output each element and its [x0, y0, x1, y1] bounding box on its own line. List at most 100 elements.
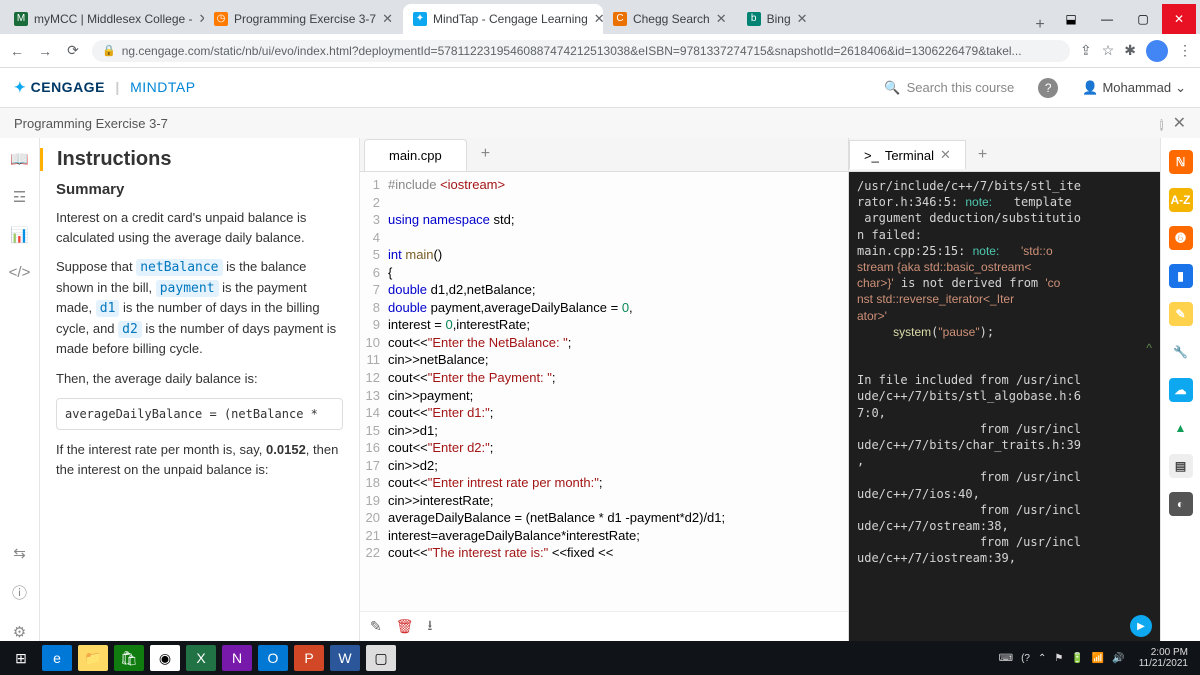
flag-icon[interactable]: ⚑ — [1054, 653, 1063, 664]
tray-up-icon[interactable]: ⌃ — [1038, 653, 1046, 664]
brand-primary: CENGAGE — [31, 79, 105, 95]
terminal-output[interactable]: /usr/include/c++/7/bits/stl_ite rator.h:… — [849, 172, 1160, 611]
browser-tab[interactable]: bBing✕ — [737, 4, 818, 34]
start-button[interactable]: ⊞ — [6, 645, 36, 671]
info-icon[interactable]: i — [1160, 119, 1162, 131]
instructions-title: Instructions — [40, 148, 343, 171]
forward-button[interactable]: → — [36, 43, 54, 59]
close-tab-icon[interactable]: ✕ — [594, 11, 603, 27]
reload-button[interactable]: ⟳ — [64, 42, 82, 59]
close-tab-icon[interactable]: ✕ — [382, 11, 393, 27]
book-icon[interactable]: 📖 — [10, 150, 29, 168]
code-icon[interactable]: </> — [9, 264, 31, 281]
menu-icon[interactable]: ⋮ — [1178, 42, 1192, 59]
onenote-icon[interactable]: N — [222, 645, 252, 671]
summary-heading: Summary — [56, 181, 343, 198]
lock-icon: 🔒 — [102, 44, 116, 57]
favicon: C — [613, 12, 627, 26]
wifi-icon[interactable]: 📶 — [1092, 653, 1104, 664]
bookmark-icon[interactable]: ☆ — [1102, 42, 1115, 59]
favicon: M — [14, 12, 28, 26]
chrome-icon[interactable]: ◉ — [150, 645, 180, 671]
clock-date: 11/21/2021 — [1139, 658, 1188, 669]
close-assignment-button[interactable]: i✕ — [1160, 113, 1186, 133]
app-drawer-item[interactable]: ☁ — [1169, 378, 1193, 402]
back-button[interactable]: ← — [8, 43, 26, 59]
terminal-controls: ▶ — [849, 611, 1160, 641]
app-drawer-item[interactable]: 🔧 — [1169, 340, 1193, 364]
outlook-icon[interactable]: O — [258, 645, 288, 671]
instructions-p3: Then, the average daily balance is: — [56, 369, 343, 389]
close-window-button[interactable]: ✕ — [1162, 4, 1196, 34]
hint-icon[interactable]: ⓘ — [12, 582, 27, 603]
close-terminal-tab[interactable]: ✕ — [940, 147, 951, 163]
new-tab-button[interactable]: + — [1026, 16, 1054, 34]
editor-footer: ✎ 🗑 ⭳ — [360, 611, 848, 641]
favicon: ✦ — [413, 12, 427, 26]
powerpoint-icon[interactable]: P — [294, 645, 324, 671]
profile-avatar[interactable] — [1146, 40, 1168, 62]
close-tab-icon[interactable]: ✕ — [716, 11, 727, 27]
terminal-new-tab[interactable]: + — [966, 140, 999, 170]
file-explorer-icon[interactable]: 📁 — [78, 645, 108, 671]
left-activity-bar: 📖 ☲ 📊 </> ⇆ ⓘ ⚙ — [0, 138, 40, 641]
main-area: 📖 ☲ 📊 </> ⇆ ⓘ ⚙ Instructions Summary Int… — [0, 138, 1200, 641]
chart-icon[interactable]: 📊 — [10, 226, 29, 244]
code-editor[interactable]: 1#include <iostream>23using namespace st… — [360, 172, 848, 611]
extensions-icon[interactable]: ✱ — [1124, 42, 1136, 59]
search-course[interactable]: 🔍 Search this course — [884, 80, 1014, 96]
app-drawer-item[interactable]: ▮ — [1169, 264, 1193, 288]
download-icon[interactable]: ⭳ — [428, 615, 433, 639]
browser-tab[interactable]: ✦MindTap - Cengage Learning✕ — [403, 4, 603, 34]
terminal-icon: >_ — [864, 148, 879, 163]
battery-icon[interactable]: 🔋 — [1071, 653, 1083, 664]
editor-tab-main[interactable]: main.cpp — [364, 139, 467, 171]
browser-tab[interactable]: CChegg Search✕ — [603, 4, 737, 34]
address-bar: ← → ⟳ 🔒 ng.cengage.com/static/nb/ui/evo/… — [0, 34, 1200, 68]
tray-help-icon[interactable]: (? — [1021, 653, 1030, 664]
settings-icon[interactable]: ⚙ — [13, 623, 26, 641]
browser-tab[interactable]: MmyMCC | Middlesex College - ✕ — [4, 4, 204, 34]
minimize-button[interactable]: — — [1090, 4, 1124, 34]
app-icon[interactable]: ▢ — [366, 645, 396, 671]
close-tab-icon[interactable]: ✕ — [797, 11, 808, 27]
share-icon[interactable]: ⇪ — [1080, 42, 1092, 59]
editor-new-tab[interactable]: + — [467, 138, 504, 171]
clock-time: 2:00 PM — [1139, 647, 1188, 658]
url-input[interactable]: 🔒 ng.cengage.com/static/nb/ui/evo/index.… — [92, 40, 1070, 62]
instructions-panel: Instructions Summary Interest on a credi… — [40, 138, 360, 641]
keyboard-icon[interactable]: ⌨ — [999, 653, 1013, 664]
run-button[interactable]: ▶ — [1130, 615, 1152, 637]
edit-icon[interactable]: ✎ — [370, 618, 382, 635]
app-drawer-item[interactable]: A-Z — [1169, 188, 1193, 212]
store-icon[interactable]: 🛍 — [114, 645, 144, 671]
app-drawer-item[interactable]: ▤ — [1169, 454, 1193, 478]
instructions-p2: Suppose that netBalance is the balance s… — [56, 257, 343, 359]
app-drawer-item[interactable]: ◐ — [1169, 492, 1193, 516]
url-text: ng.cengage.com/static/nb/ui/evo/index.ht… — [122, 44, 1022, 58]
app-drawer-item[interactable]: ▲ — [1169, 416, 1193, 440]
search-icon: 🔍 — [884, 80, 900, 96]
restore-down-icon[interactable]: ⬓ — [1054, 4, 1088, 34]
delete-icon[interactable]: 🗑 — [396, 618, 414, 635]
maximize-button[interactable]: ▢ — [1126, 4, 1160, 34]
right-app-bar: ℕ A-Z ➏ ▮ ✎ 🔧 ☁ ▲ ▤ ◐ — [1160, 138, 1200, 641]
share-icon[interactable]: ⇆ — [13, 544, 26, 562]
browser-tab[interactable]: ◷Programming Exercise 3-7✕ — [204, 4, 403, 34]
editor-area: main.cpp + 1#include <iostream>23using n… — [360, 138, 848, 641]
user-menu[interactable]: 👤 Mohammad ⌄ — [1082, 80, 1186, 96]
app-drawer-item[interactable]: ➏ — [1169, 226, 1193, 250]
terminal-tabs: >_ Terminal ✕ + — [849, 138, 1160, 172]
steps-icon[interactable]: ☲ — [13, 188, 26, 206]
chevron-down-icon: ⌄ — [1175, 80, 1186, 96]
terminal-tab[interactable]: >_ Terminal ✕ — [849, 140, 966, 169]
app-drawer-item[interactable]: ℕ — [1169, 150, 1193, 174]
edge-icon[interactable]: e — [42, 645, 72, 671]
volume-icon[interactable]: 🔊 — [1112, 653, 1124, 664]
app-drawer-item[interactable]: ✎ — [1169, 302, 1193, 326]
user-name: Mohammad — [1102, 80, 1171, 95]
help-button[interactable]: ? — [1038, 78, 1058, 98]
clock[interactable]: 2:00 PM 11/21/2021 — [1133, 647, 1194, 669]
excel-icon[interactable]: X — [186, 645, 216, 671]
word-icon[interactable]: W — [330, 645, 360, 671]
